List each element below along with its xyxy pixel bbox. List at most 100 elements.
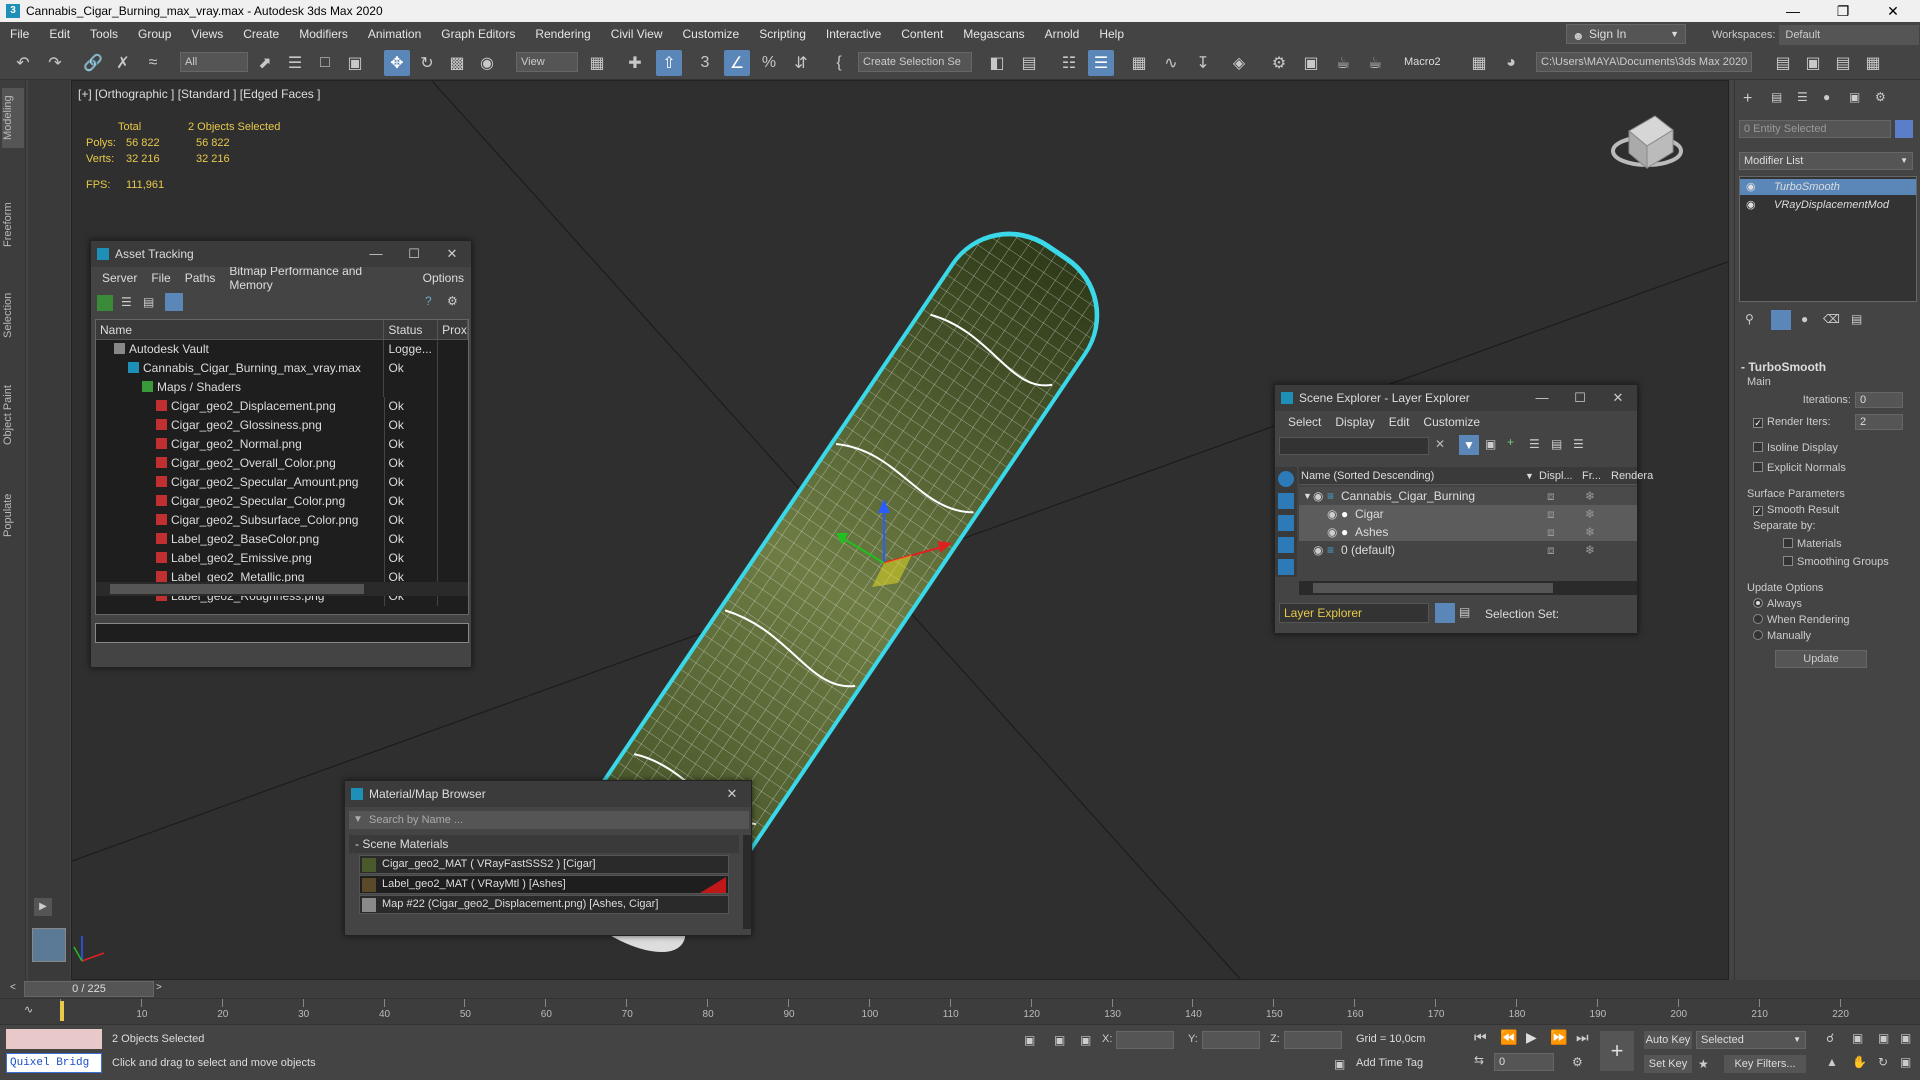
- materials-checkbox[interactable]: [1783, 538, 1793, 548]
- column-freeze[interactable]: Fr...: [1582, 467, 1601, 485]
- project-path-dropdown[interactable]: C:\Users\MAYA\Documents\3ds Max 2020: [1536, 52, 1752, 72]
- dome-icon[interactable]: ◕: [1498, 50, 1524, 76]
- set-key-big-button[interactable]: +: [1600, 1031, 1634, 1071]
- motion-tab-icon[interactable]: ●: [1823, 90, 1830, 104]
- refresh-icon[interactable]: [97, 295, 113, 311]
- unlink-icon[interactable]: ✗: [110, 50, 136, 76]
- asset-menu-options[interactable]: Options: [416, 271, 471, 285]
- close-icon[interactable]: ✕: [1870, 0, 1916, 22]
- search-options-icon[interactable]: ▼: [353, 811, 363, 829]
- menu-arnold[interactable]: Arnold: [1035, 22, 1090, 46]
- render-production-icon[interactable]: ☕: [1330, 50, 1356, 76]
- rect-selection-icon[interactable]: □: [312, 50, 338, 76]
- next-frame-icon[interactable]: >: [156, 982, 162, 993]
- minimize-icon[interactable]: —: [1523, 385, 1561, 411]
- menu-group[interactable]: Group: [128, 22, 181, 46]
- y-coordinate-field[interactable]: [1202, 1031, 1260, 1049]
- key-set-dropdown[interactable]: Selected ▼: [1696, 1031, 1806, 1049]
- toggle-scene-explorer-icon[interactable]: ☷: [1056, 50, 1082, 76]
- mirror-icon[interactable]: ◧: [984, 50, 1010, 76]
- manually-option[interactable]: Manually: [1753, 630, 1811, 642]
- explicit-normals-checkbox[interactable]: [1753, 462, 1763, 472]
- smooth-result-toggle[interactable]: ✓ Smooth Result: [1753, 504, 1839, 516]
- smoothing-groups-toggle[interactable]: Smoothing Groups: [1783, 556, 1889, 568]
- pivot-center-icon[interactable]: ▦: [584, 50, 610, 76]
- explorer-menu-select[interactable]: Select: [1281, 415, 1328, 429]
- display-toggle-icon[interactable]: ⧈: [1547, 523, 1555, 541]
- time-tag-icon[interactable]: ▣: [1334, 1057, 1345, 1071]
- table-icon[interactable]: ▤: [143, 295, 154, 309]
- tab-populate[interactable]: Populate: [2, 480, 24, 550]
- material-editor-icon[interactable]: ◈: [1226, 50, 1252, 76]
- zoom-icon[interactable]: ☌: [1826, 1031, 1834, 1045]
- display-all-icon[interactable]: [1278, 471, 1294, 487]
- ribbon-icon[interactable]: ▦: [1126, 50, 1152, 76]
- grid-icon[interactable]: ▦: [1466, 50, 1492, 76]
- column-name[interactable]: Name: [96, 320, 385, 339]
- explorer-menu-customize[interactable]: Customize: [1416, 415, 1487, 429]
- scale-icon[interactable]: ▩: [444, 50, 470, 76]
- iterations-spinner[interactable]: 0: [1855, 392, 1903, 408]
- freeze-toggle-icon[interactable]: ❄: [1585, 505, 1595, 523]
- material-item[interactable]: Cigar_geo2_MAT ( VRayFastSSS2 ) [Cigar]: [359, 855, 729, 874]
- layer-stack-icon[interactable]: ☰: [1529, 437, 1540, 451]
- auto-key-button[interactable]: Auto Key: [1644, 1031, 1692, 1049]
- column-proxy[interactable]: Prox: [438, 320, 468, 339]
- asset-menu-server[interactable]: Server: [95, 271, 144, 285]
- asset-row[interactable]: Label_geo2_BaseColor.png Ok: [96, 530, 468, 549]
- expand-icon[interactable]: ▼: [1303, 487, 1312, 505]
- material-item[interactable]: Map #22 (Cigar_geo2_Displacement.png) [A…: [359, 895, 729, 914]
- align-icon[interactable]: ▤: [1016, 50, 1042, 76]
- render-iters-checkbox[interactable]: ✓: [1753, 418, 1763, 428]
- goto-end-icon[interactable]: ⏭: [1576, 1029, 1589, 1046]
- menu-tools[interactable]: Tools: [80, 22, 128, 46]
- list-icon[interactable]: ☰: [121, 295, 132, 309]
- asset-row[interactable]: Cigar_geo2_Specular_Amount.png Ok: [96, 473, 468, 492]
- asset-row[interactable]: Cigar_geo2_Normal.png Ok: [96, 435, 468, 454]
- render-activeshade-icon[interactable]: ☕: [1362, 50, 1388, 76]
- maxscript-listener[interactable]: [6, 1029, 102, 1049]
- track-bar[interactable]: ∿ 10 20 30 40 50 60 70 80 90 100 110 120 130 140 150 16…: [0, 998, 1920, 1024]
- utilities-tab-icon[interactable]: ⚙: [1875, 90, 1886, 104]
- modifier-vraydisplacement[interactable]: ◉ VRayDisplacementMod: [1740, 197, 1916, 213]
- pin-stack-icon[interactable]: ⚲: [1745, 312, 1754, 326]
- material-item[interactable]: Label_geo2_MAT ( VRayMtl ) [Ashes]: [359, 875, 729, 894]
- schematic-view-icon[interactable]: ↧: [1190, 50, 1216, 76]
- select-manipulate-icon[interactable]: ✚: [622, 50, 648, 76]
- layer-row[interactable]: ◉ ≡ 0 (default) ⧈ ❄: [1299, 541, 1637, 559]
- menu-create[interactable]: Create: [233, 22, 289, 46]
- select-by-name-icon[interactable]: ☰: [282, 50, 308, 76]
- settings-icon[interactable]: ⚙: [447, 294, 458, 308]
- layer-row[interactable]: ▼ ◉ ≡ Cannabis_Cigar_Burning ⧈ ❄: [1299, 487, 1637, 505]
- display-tab-icon[interactable]: ▣: [1849, 90, 1860, 104]
- eye-icon[interactable]: ◉: [1327, 523, 1337, 541]
- isoline-checkbox[interactable]: [1753, 442, 1763, 452]
- bind-spacewarp-icon[interactable]: ≈: [140, 50, 166, 76]
- fov-icon[interactable]: ▲: [1826, 1055, 1838, 1069]
- geometry-icon[interactable]: [1278, 493, 1294, 509]
- key-mode-icon[interactable]: ⇆: [1474, 1053, 1484, 1067]
- asset-row[interactable]: Autodesk Vault Logge...: [96, 340, 468, 359]
- freeze-toggle-icon[interactable]: ❄: [1585, 541, 1595, 559]
- material-search-input[interactable]: ▼ Search by Name ...: [349, 811, 749, 829]
- asset-row[interactable]: Cigar_geo2_Glossiness.png Ok: [96, 416, 468, 435]
- asset-row[interactable]: Label_geo2_Emissive.png Ok: [96, 549, 468, 568]
- restore-icon[interactable]: ❐: [1820, 0, 1866, 22]
- eye-icon[interactable]: ◉: [1313, 487, 1323, 505]
- time-config-icon[interactable]: ⚙: [1572, 1055, 1583, 1069]
- update-button[interactable]: Update: [1775, 650, 1867, 668]
- show-end-result-icon[interactable]: [1771, 310, 1791, 330]
- key-filter-icon[interactable]: ★: [1698, 1057, 1709, 1071]
- explorer-menu-edit[interactable]: Edit: [1382, 415, 1417, 429]
- grid-view-icon[interactable]: [165, 293, 183, 311]
- scene-search-input[interactable]: [1279, 437, 1429, 455]
- x-coordinate-field[interactable]: [1116, 1031, 1174, 1049]
- turbosmooth-rollout-title[interactable]: - TurboSmooth: [1741, 360, 1826, 374]
- percent-snap-icon[interactable]: %: [756, 50, 782, 76]
- display-toggle-icon[interactable]: ⧈: [1547, 487, 1555, 505]
- rendered-frame-icon[interactable]: ▣: [1298, 50, 1324, 76]
- freeze-toggle-icon[interactable]: ❄: [1585, 487, 1595, 505]
- play-icon[interactable]: ▶: [34, 898, 52, 916]
- modify-tab-icon[interactable]: ▤: [1771, 90, 1782, 104]
- column-renderable[interactable]: Rendera: [1611, 467, 1653, 485]
